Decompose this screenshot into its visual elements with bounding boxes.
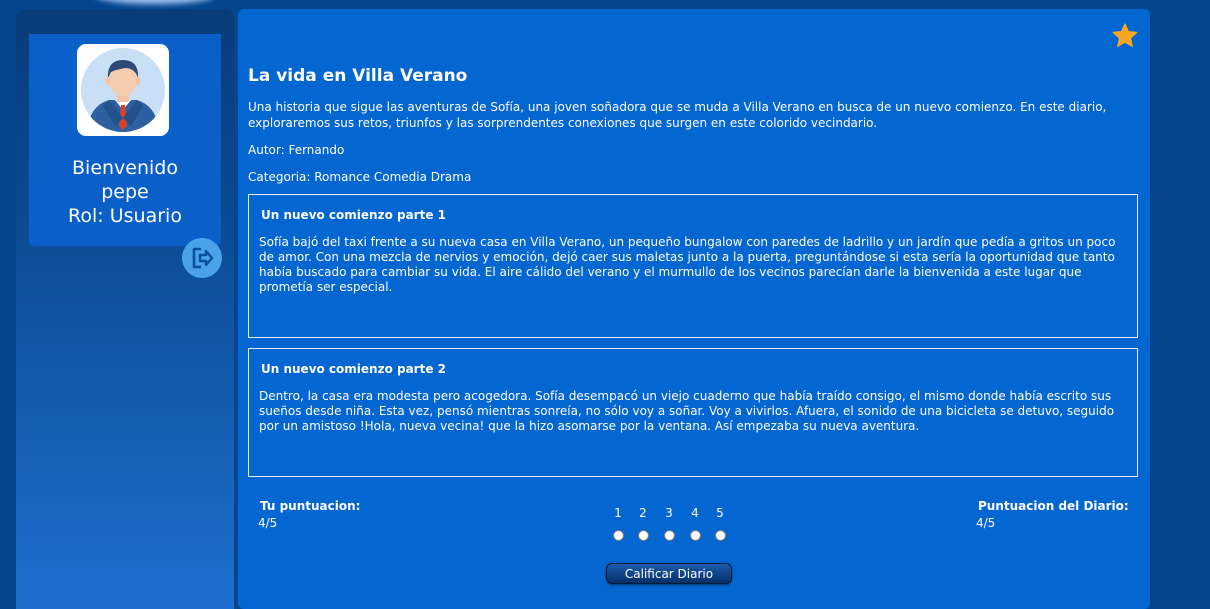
diary-author: Autor: Fernando [248, 143, 345, 157]
top-glow [95, 0, 215, 4]
rating-option: 1 [610, 505, 626, 541]
diary-category: Categoria: Romance Comedia Drama [248, 170, 472, 184]
rating-option-number: 2 [639, 506, 647, 520]
rating-radio[interactable] [689, 530, 701, 541]
diary-title: La vida en Villa Verano [248, 66, 468, 86]
chapter-text: Dentro, la casa era modesta pero acogedo… [259, 389, 1115, 433]
chapter-text: Sofía bajó del taxi frente a su nueva ca… [259, 235, 1116, 294]
chapter-title: Un nuevo comienzo parte 2 [261, 362, 447, 376]
star-icon [1112, 23, 1138, 47]
rating-radio[interactable] [637, 530, 649, 541]
logout-button[interactable] [182, 238, 222, 278]
username: pepe [101, 181, 149, 203]
favorite-button[interactable] [1111, 22, 1139, 50]
rate-diary-button[interactable]: Calificar Diario [606, 563, 732, 584]
user-role: Rol: Usuario [68, 205, 182, 227]
rating-option: 3 [661, 505, 677, 541]
chapter-title: Un nuevo comienzo parte 1 [261, 208, 447, 222]
businessman-avatar-icon [81, 48, 165, 132]
greeting: Bienvenido [72, 157, 178, 179]
sidebar: Bienvenido pepe Rol: Usuario [16, 9, 234, 609]
your-rating-label: Tu puntuacion: [260, 499, 361, 513]
chapter-card: Un nuevo comienzo parte 1 Sofía bajó del… [248, 194, 1138, 338]
rating-option-number: 4 [691, 506, 699, 520]
rating-option: 5 [712, 505, 728, 541]
rating-option-number: 3 [665, 506, 673, 520]
rating-option-number: 1 [614, 506, 622, 520]
user-card: Bienvenido pepe Rol: Usuario [29, 34, 221, 246]
rating-radio[interactable] [663, 530, 675, 541]
user-info: Bienvenido pepe Rol: Usuario [29, 156, 221, 228]
chapter-card: Un nuevo comienzo parte 2 Dentro, la cas… [248, 348, 1138, 477]
rating-option: 4 [687, 505, 703, 541]
rating-radio[interactable] [612, 530, 624, 541]
diary-rating-value: 4/5 [976, 516, 996, 530]
diary-rating-label: Puntuacion del Diario: [978, 499, 1129, 513]
rating-option-number: 5 [716, 506, 724, 520]
avatar [77, 44, 169, 136]
diary-panel: La vida en Villa Verano Una historia que… [238, 9, 1150, 609]
your-rating-value: 4/5 [258, 516, 278, 530]
logout-arrow-icon [192, 247, 214, 269]
rating-radio[interactable] [714, 530, 726, 541]
rating-option: 2 [635, 505, 651, 541]
diary-description: Una historia que sigue las aventuras de … [248, 100, 1107, 130]
